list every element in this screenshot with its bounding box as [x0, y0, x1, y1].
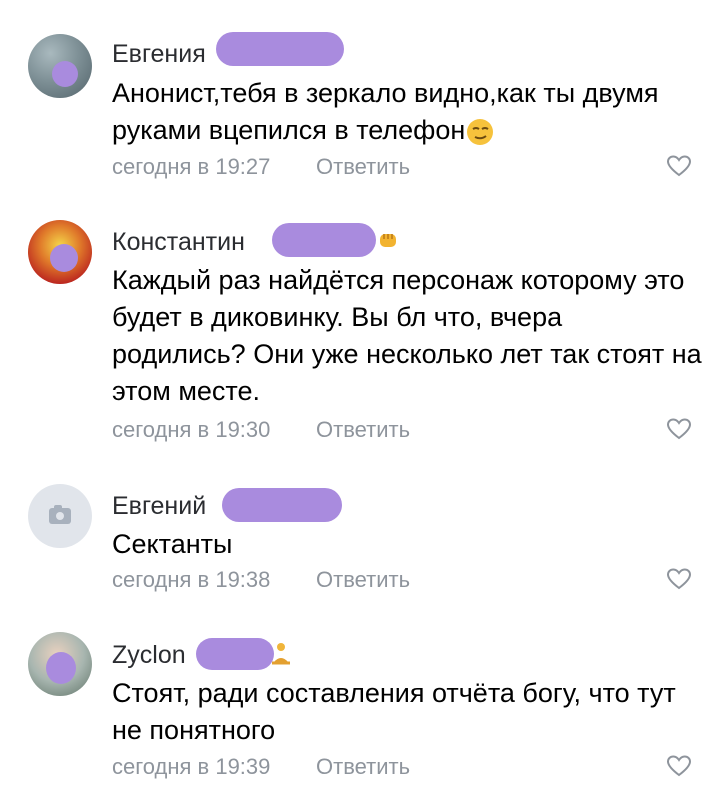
meditation-emoji	[272, 643, 290, 665]
redaction-mark	[46, 652, 76, 684]
author-name[interactable]: Zyclon	[112, 641, 186, 670]
avatar[interactable]	[28, 632, 92, 696]
heart-icon[interactable]	[666, 754, 692, 778]
comment-time: сегодня в 19:39	[112, 754, 271, 779]
comment-text: Стоят, ради составления отчёта богу, что…	[112, 678, 676, 745]
comment-item: Zyclon Стоят, ради составления отчёта бо…	[0, 0, 720, 793]
redaction-mark	[196, 638, 274, 670]
reply-button[interactable]: Ответить	[316, 754, 410, 780]
